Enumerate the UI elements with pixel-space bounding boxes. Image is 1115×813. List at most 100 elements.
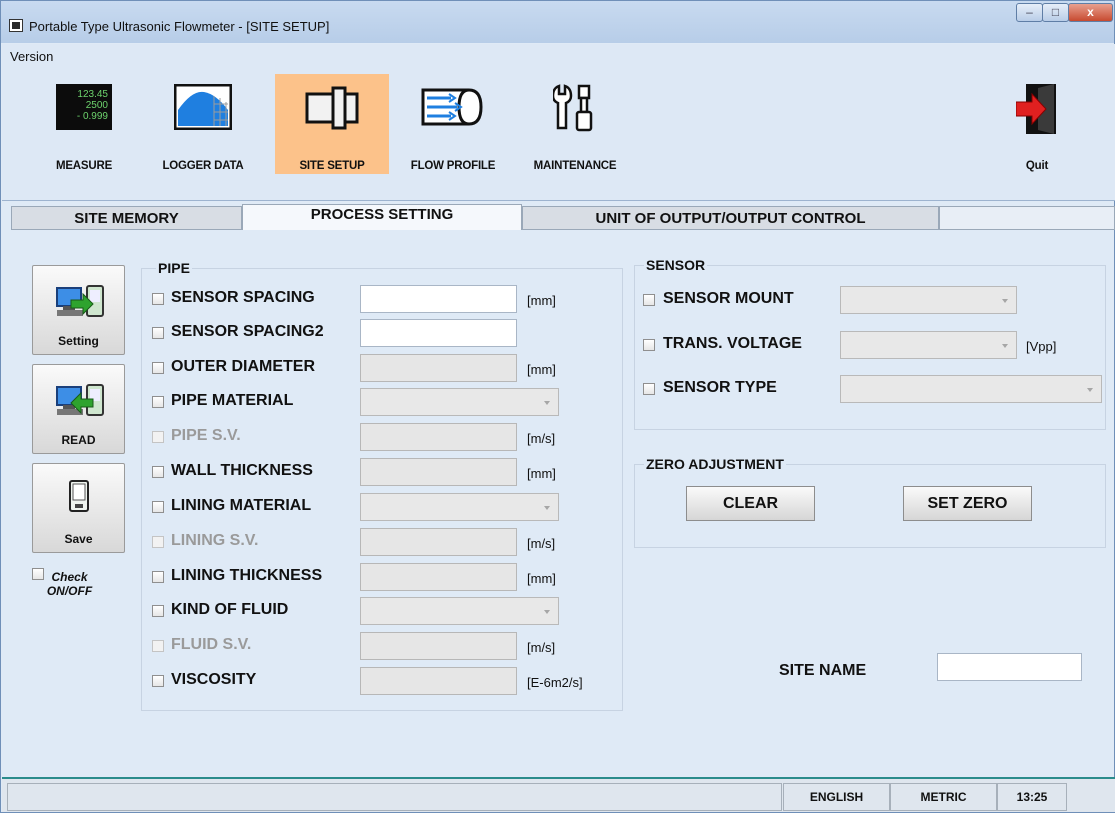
save-label: Save — [64, 532, 93, 546]
measure-display-icon: 123.45 2500 - 0.999 — [56, 84, 112, 130]
device-icon — [69, 480, 89, 512]
measure-tool-button[interactable]: 123.45 2500 - 0.999 MEASURE — [50, 74, 118, 174]
measure-display-line: - 0.999 — [77, 111, 109, 122]
status-time: 13:25 — [997, 783, 1067, 811]
lining-thickness-input[interactable] — [360, 563, 517, 591]
sensor-spacing-unit: [mm] — [527, 293, 556, 308]
tab-site-memory[interactable]: SITE MEMORY — [11, 206, 242, 230]
fluid-sv-input — [360, 632, 517, 660]
tab-empty-area — [939, 206, 1115, 230]
logger-data-label: LOGGER DATA — [162, 160, 244, 172]
clear-button[interactable]: CLEAR — [686, 486, 815, 521]
site-name-label: SITE NAME — [779, 662, 867, 679]
status-bar: ENGLISH METRIC 13:25 — [2, 777, 1115, 812]
pipe-material-select[interactable] — [360, 388, 559, 416]
site-setup-label: SITE SETUP — [299, 160, 365, 172]
sensor-spacing-checkbox[interactable] — [152, 293, 164, 305]
sensor-spacing-label: SENSOR SPACING — [171, 289, 315, 306]
sensor-spacing2-checkbox[interactable] — [152, 327, 164, 339]
maximize-button[interactable]: □ — [1042, 3, 1069, 22]
lining-thickness-checkbox[interactable] — [152, 571, 164, 583]
sensor-group-title: SENSOR — [644, 257, 708, 273]
lining-sv-checkbox — [152, 536, 164, 548]
read-label: READ — [61, 433, 96, 447]
app-window: Portable Type Ultrasonic Flowmeter - [SI… — [0, 0, 1115, 813]
outer-diameter-label: OUTER DIAMETER — [171, 358, 315, 375]
lining-material-checkbox[interactable] — [152, 501, 164, 513]
lining-sv-input — [360, 528, 517, 556]
lining-sv-label: LINING S.V. — [171, 532, 259, 549]
viscosity-checkbox[interactable] — [152, 675, 164, 687]
fluid-sv-label: FLUID S.V. — [171, 636, 252, 653]
measure-label: MEASURE — [55, 160, 113, 172]
pipe-icon — [305, 86, 359, 130]
setting-button[interactable]: Setting — [32, 265, 125, 355]
sensor-mount-select[interactable] — [840, 286, 1017, 314]
toolbar: 123.45 2500 - 0.999 MEASURE LOGGER DATA … — [2, 66, 1115, 201]
read-button[interactable]: READ — [32, 364, 125, 454]
status-unit-system: METRIC — [890, 783, 997, 811]
sensor-spacing2-input[interactable] — [360, 319, 517, 347]
site-name-input[interactable] — [937, 653, 1082, 681]
sensor-type-select[interactable] — [840, 375, 1102, 403]
logger-data-tool-button[interactable]: LOGGER DATA — [160, 74, 246, 174]
quit-tool-button[interactable]: Quit — [1007, 74, 1067, 174]
menu-bar: Version — [2, 44, 1115, 66]
viscosity-label: VISCOSITY — [171, 671, 257, 688]
tab-bar: SITE MEMORY PROCESS SETTING UNIT OF OUTP… — [2, 204, 1115, 230]
trans-voltage-select[interactable] — [840, 331, 1017, 359]
outer-diameter-input[interactable] — [360, 354, 517, 382]
viscosity-input[interactable] — [360, 667, 517, 695]
flow-profile-icon — [421, 88, 483, 126]
pipe-material-label: PIPE MATERIAL — [171, 392, 294, 409]
wrench-icon — [553, 84, 593, 132]
wall-thickness-unit: [mm] — [527, 466, 556, 481]
kind-of-fluid-select[interactable] — [360, 597, 559, 625]
pipe-sv-unit: [m/s] — [527, 431, 556, 446]
minimize-button[interactable]: – — [1016, 3, 1043, 22]
exit-door-icon — [1016, 84, 1056, 134]
viscosity-unit: [E-6m2/s] — [527, 675, 583, 690]
tab-unit-of-output[interactable]: UNIT OF OUTPUT/OUTPUT CONTROL — [522, 206, 939, 230]
sensor-mount-checkbox[interactable] — [643, 294, 655, 306]
trans-voltage-checkbox[interactable] — [643, 339, 655, 351]
tab-process-setting[interactable]: PROCESS SETTING — [242, 204, 522, 230]
flow-profile-tool-button[interactable]: FLOW PROFILE — [399, 74, 507, 174]
lining-material-select[interactable] — [360, 493, 559, 521]
outer-diameter-checkbox[interactable] — [152, 362, 164, 374]
site-setup-tool-button[interactable]: SITE SETUP — [275, 74, 389, 174]
fluid-sv-unit: [m/s] — [527, 640, 556, 655]
lining-thickness-unit: [mm] — [527, 571, 556, 586]
sensor-spacing-input[interactable] — [360, 285, 517, 313]
status-message — [7, 783, 782, 811]
trans-voltage-label: TRANS. VOLTAGE — [663, 335, 802, 352]
pipe-sv-input — [360, 423, 517, 451]
outer-diameter-unit: [mm] — [527, 362, 556, 377]
pipe-group-title: PIPE — [156, 260, 192, 276]
set-zero-button[interactable]: SET ZERO — [903, 486, 1032, 521]
app-icon — [9, 19, 23, 32]
maintenance-label: MAINTENANCE — [533, 160, 617, 172]
sensor-mount-label: SENSOR MOUNT — [663, 290, 794, 307]
title-bar: Portable Type Ultrasonic Flowmeter - [SI… — [1, 1, 1114, 43]
pipe-material-checkbox[interactable] — [152, 396, 164, 408]
close-button[interactable]: x — [1068, 3, 1113, 22]
wall-thickness-label: WALL THICKNESS — [171, 462, 313, 479]
sensor-type-checkbox[interactable] — [643, 383, 655, 395]
trans-voltage-unit: [Vpp] — [1026, 339, 1057, 354]
wall-thickness-input[interactable] — [360, 458, 517, 486]
setting-label: Setting — [58, 334, 99, 348]
lining-thickness-label: LINING THICKNESS — [171, 567, 323, 584]
wall-thickness-checkbox[interactable] — [152, 466, 164, 478]
pipe-group: PIPE SENSOR SPACING [mm] SENSOR SPACING2… — [141, 260, 623, 711]
maintenance-tool-button[interactable]: MAINTENANCE — [521, 74, 629, 174]
save-button[interactable]: Save — [32, 463, 125, 553]
check-onoff-label: Check ON/OFF — [46, 570, 93, 598]
pipe-sv-label: PIPE S.V. — [171, 427, 241, 444]
kind-of-fluid-checkbox[interactable] — [152, 605, 164, 617]
status-language: ENGLISH — [783, 783, 890, 811]
process-setting-panel: Setting READ Save Check ON/OFF PIPE SENS… — [10, 230, 1114, 775]
flow-profile-label: FLOW PROFILE — [410, 160, 496, 172]
logger-chart-icon — [174, 84, 232, 130]
menu-version[interactable]: Version — [10, 49, 53, 64]
